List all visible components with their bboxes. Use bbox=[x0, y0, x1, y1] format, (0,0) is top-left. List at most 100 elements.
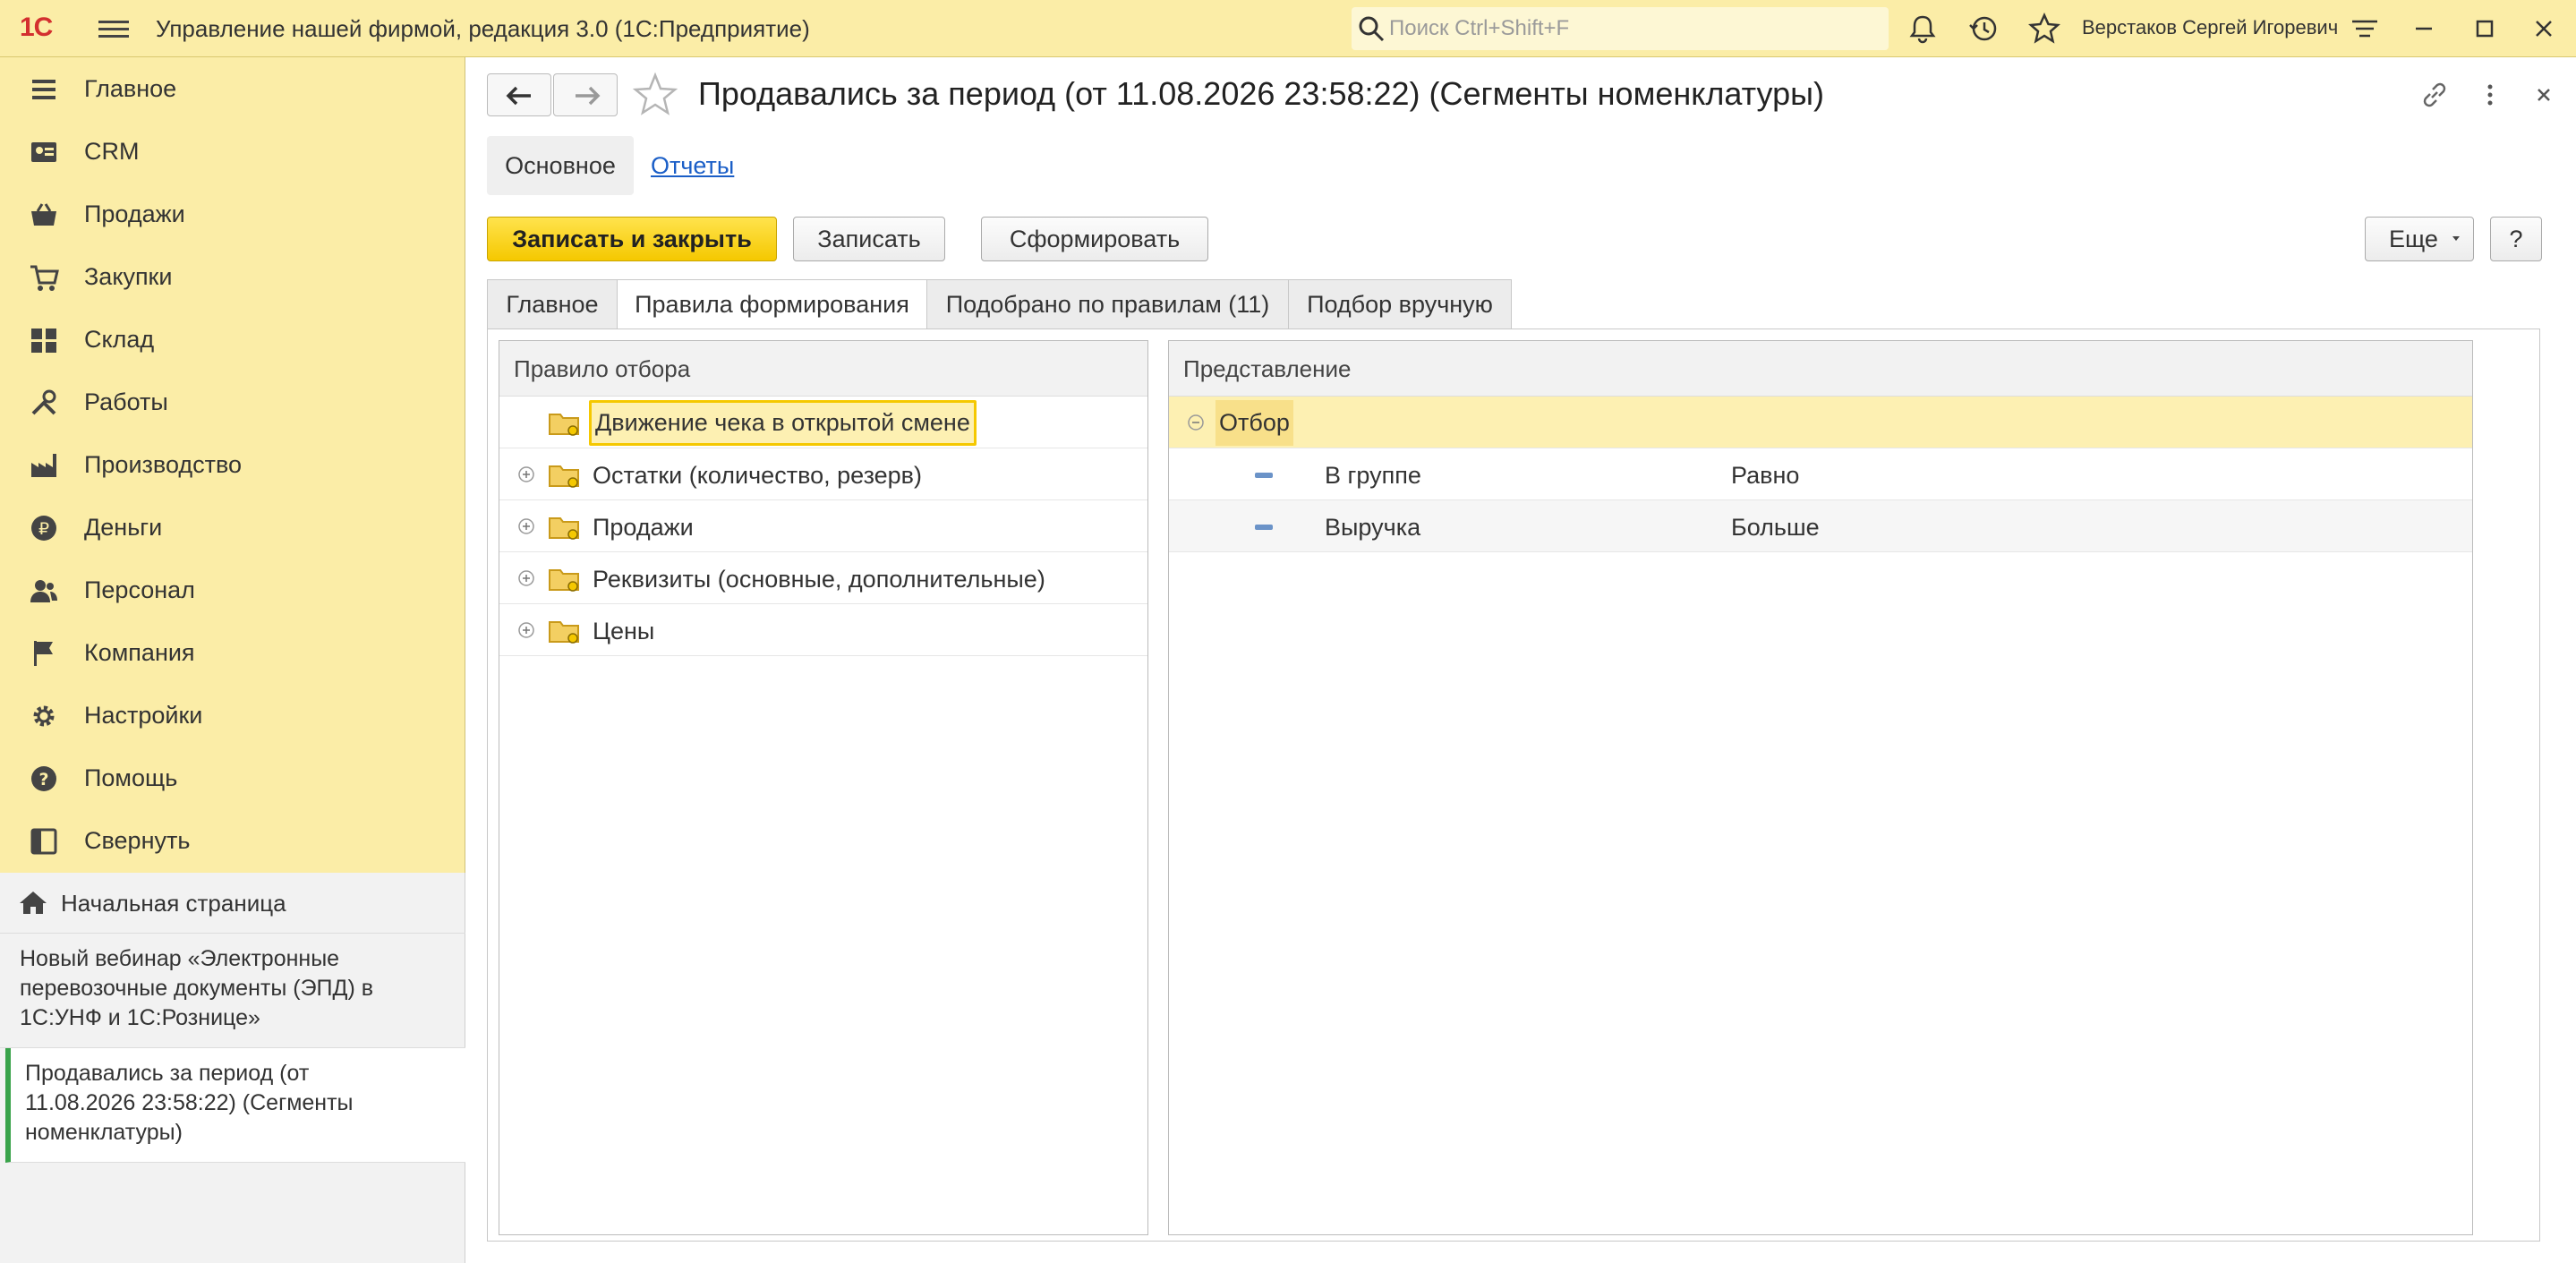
sidebar-item-main[interactable]: Главное bbox=[0, 57, 465, 120]
expand-plus-icon[interactable] bbox=[517, 621, 535, 639]
favorite-star-icon[interactable] bbox=[632, 72, 678, 118]
tab-selected-by-rules[interactable]: Подобрано по правилам (11) bbox=[926, 279, 1289, 329]
svg-text:₽: ₽ bbox=[38, 519, 49, 539]
rules-tree: Правило отбора Движение чека в открытой … bbox=[499, 340, 1148, 1235]
open-windows-panel: Начальная страница Новый вебинар «Электр… bbox=[0, 873, 465, 1263]
search-placeholder: Поиск Ctrl+Shift+F bbox=[1389, 16, 1570, 40]
bell-icon[interactable] bbox=[1906, 13, 1939, 45]
link-icon[interactable] bbox=[2418, 79, 2451, 111]
sidebar-item-label: Склад bbox=[84, 326, 155, 353]
expand-plus-icon[interactable] bbox=[517, 465, 535, 483]
rules-tab-panel: Правило отбора Движение чека в открытой … bbox=[487, 329, 2540, 1242]
sidebar-item-help[interactable]: ? Помощь bbox=[0, 747, 465, 809]
sidebar-item-label: Производство bbox=[84, 451, 243, 478]
cart-icon bbox=[30, 265, 59, 291]
collapse-panel-icon bbox=[30, 828, 57, 855]
sidebar-item-label: Свернуть bbox=[84, 827, 191, 854]
sidebar-item-staff[interactable]: Персонал bbox=[0, 559, 465, 621]
sidebar-item-works[interactable]: Работы bbox=[0, 371, 465, 433]
svg-text:?: ? bbox=[38, 770, 48, 789]
arrow-left-icon bbox=[506, 86, 531, 106]
warehouse-grid-icon bbox=[31, 329, 56, 353]
sidebar-item-purchases[interactable]: Закупки bbox=[0, 245, 465, 308]
representation-header: Представление bbox=[1169, 341, 2472, 397]
contact-card-icon bbox=[31, 142, 56, 162]
filter-row[interactable]: Выручка Больше bbox=[1169, 500, 2472, 552]
ruble-coin-icon: ₽ bbox=[31, 516, 56, 541]
tab-manual-selection[interactable]: Подбор вручную bbox=[1288, 279, 1512, 329]
main-menu-icon[interactable] bbox=[98, 16, 129, 41]
back-button[interactable] bbox=[487, 73, 551, 116]
tree-row[interactable]: Движение чека в открытой смене bbox=[499, 397, 1147, 448]
maximize-icon[interactable] bbox=[2469, 13, 2501, 45]
collapse-minus-icon[interactable] bbox=[1187, 414, 1205, 431]
tree-row-label: Продажи bbox=[593, 514, 694, 541]
expand-plus-icon[interactable] bbox=[517, 569, 535, 587]
arrow-right-icon bbox=[576, 86, 601, 106]
filter-row[interactable]: В группе Равно bbox=[1169, 448, 2472, 500]
sidebar-item-label: Настройки bbox=[84, 702, 203, 729]
search-input[interactable]: Поиск Ctrl+Shift+F bbox=[1352, 7, 1889, 50]
save-and-close-button[interactable]: Записать и закрыть bbox=[487, 217, 777, 261]
tree-row[interactable]: Продажи bbox=[499, 500, 1147, 552]
open-window-item[interactable]: Новый вебинар «Электронные перевозочные … bbox=[0, 934, 465, 1048]
close-window-icon[interactable] bbox=[2528, 13, 2560, 45]
section-main-label: Основное bbox=[505, 152, 616, 179]
tree-row[interactable]: Остатки (количество, резерв) bbox=[499, 448, 1147, 500]
sidebar-item-production[interactable]: Производство bbox=[0, 433, 465, 496]
expand-plus-icon[interactable] bbox=[517, 517, 535, 535]
representation-header-label: Представление bbox=[1183, 355, 1352, 382]
close-form-icon[interactable] bbox=[2528, 79, 2560, 111]
more-vertical-icon[interactable] bbox=[2474, 79, 2506, 111]
gear-icon bbox=[33, 705, 55, 727]
sidebar-item-label: Главное bbox=[84, 75, 177, 102]
open-window-item-active[interactable]: Продавались за период (от 11.08.2026 23:… bbox=[5, 1048, 465, 1163]
sidebar-item-settings[interactable]: Настройки bbox=[0, 684, 465, 747]
search-icon bbox=[1359, 16, 1385, 42]
more-button-label: Еще bbox=[2389, 226, 2438, 252]
folder-icon bbox=[549, 465, 579, 488]
sidebar-item-label: Деньги bbox=[84, 514, 163, 541]
sidebar-item-warehouse[interactable]: Склад bbox=[0, 308, 465, 371]
section-reports-link[interactable]: Отчеты bbox=[651, 152, 734, 180]
tree-row[interactable]: Цены bbox=[499, 604, 1147, 656]
minimize-icon[interactable] bbox=[2408, 13, 2440, 45]
tree-row-label: Цены bbox=[593, 618, 655, 644]
home-icon bbox=[20, 892, 47, 914]
section-main[interactable]: Основное bbox=[487, 136, 634, 195]
sidebar-item-collapse[interactable]: Свернуть bbox=[0, 809, 465, 872]
settings-lines-icon[interactable] bbox=[2349, 13, 2381, 45]
tree-row-label: Остатки (количество, резерв) bbox=[593, 462, 923, 489]
more-button[interactable]: Еще bbox=[2365, 217, 2474, 261]
save-button[interactable]: Записать bbox=[793, 217, 945, 261]
sidebar-item-label: Работы bbox=[84, 388, 168, 415]
rules-header-label: Правило отбора bbox=[514, 355, 691, 382]
tree-row-label: Реквизиты (основные, дополнительные) bbox=[593, 566, 1045, 593]
history-icon[interactable] bbox=[1967, 13, 2000, 45]
favorites-star-icon[interactable] bbox=[2028, 13, 2060, 45]
generate-button[interactable]: Сформировать bbox=[981, 217, 1208, 261]
filter-field: Выручка bbox=[1325, 514, 1421, 541]
sidebar-item-money[interactable]: ₽ Деньги bbox=[0, 496, 465, 559]
sidebar-item-label: Компания bbox=[84, 639, 195, 666]
tab-main[interactable]: Главное bbox=[487, 279, 618, 329]
sidebar-item-company[interactable]: Компания bbox=[0, 621, 465, 684]
user-name[interactable]: Верстаков Сергей Игоревич bbox=[2082, 16, 2338, 39]
home-page-link[interactable]: Начальная страница bbox=[0, 873, 465, 934]
app-title: Управление нашей фирмой, редакция 3.0 (1… bbox=[156, 15, 810, 42]
tab-rules[interactable]: Правила формирования bbox=[617, 279, 927, 329]
sidebar-item-label: Персонал bbox=[84, 576, 195, 603]
filter-field: В группе bbox=[1325, 462, 1421, 489]
factory-icon bbox=[31, 454, 56, 477]
folder-icon bbox=[549, 517, 579, 540]
help-circle-icon: ? bbox=[31, 766, 56, 791]
sidebar-item-crm[interactable]: CRM bbox=[0, 120, 465, 183]
tree-row[interactable]: Реквизиты (основные, дополнительные) bbox=[499, 552, 1147, 604]
forward-button[interactable] bbox=[553, 73, 618, 116]
1c-logo: 1С bbox=[20, 13, 53, 42]
filter-group-row[interactable]: Отбор bbox=[1169, 397, 2472, 448]
filter-condition: Равно bbox=[1731, 462, 1800, 489]
help-button[interactable]: ? bbox=[2490, 217, 2542, 261]
sidebar-item-sales[interactable]: Продажи bbox=[0, 183, 465, 245]
sidebar-item-label: Закупки bbox=[84, 263, 173, 290]
